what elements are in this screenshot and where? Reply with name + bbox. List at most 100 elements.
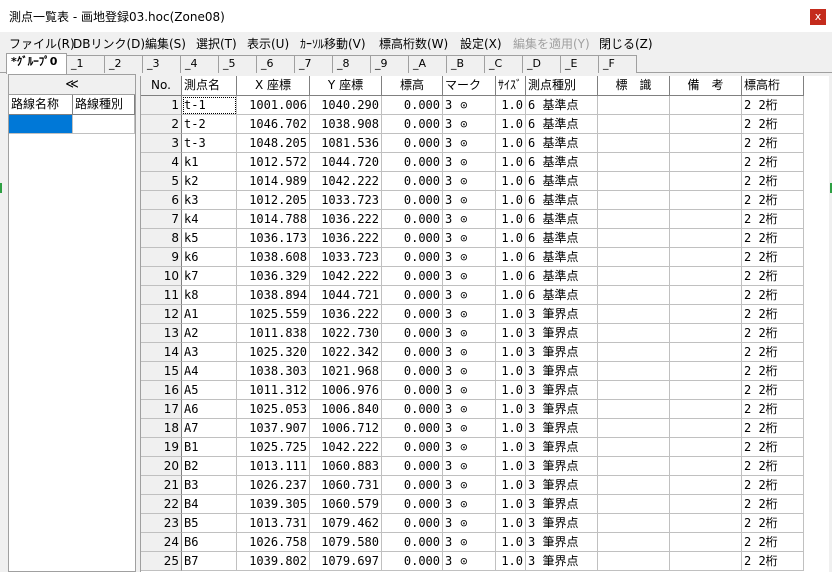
route-type-cell[interactable] xyxy=(73,115,135,134)
remarks-cell[interactable] xyxy=(670,457,742,476)
remarks-cell[interactable] xyxy=(670,419,742,438)
x-coord-cell[interactable]: 1011.838 xyxy=(237,324,310,343)
elev-digits-cell[interactable]: 2 2桁 xyxy=(742,305,804,324)
point-type-cell[interactable]: 3 筆界点 xyxy=(526,400,598,419)
size-cell[interactable]: 1.0 xyxy=(496,286,526,305)
y-coord-cell[interactable]: 1044.721 xyxy=(310,286,382,305)
size-cell[interactable]: 1.0 xyxy=(496,343,526,362)
table-row[interactable]: 21 B3 1026.237 1060.731 0.000 3 ⊙ 1.0 3 筆界点 2 2桁 xyxy=(141,476,804,495)
mark-cell[interactable]: 3 ⊙ xyxy=(443,324,496,343)
x-coord-cell[interactable]: 1046.702 xyxy=(237,115,310,134)
row-number[interactable]: 17 xyxy=(141,400,182,419)
tab-group-2[interactable]: _2 xyxy=(104,55,143,73)
table-row[interactable]: 12 A1 1025.559 1036.222 0.000 3 ⊙ 1.0 3 筆界点 2 2桁 xyxy=(141,305,804,324)
elev-digits-cell[interactable]: 2 2桁 xyxy=(742,343,804,362)
sign-cell[interactable] xyxy=(598,514,670,533)
size-cell[interactable]: 1.0 xyxy=(496,229,526,248)
mark-header[interactable]: マーク xyxy=(443,76,496,96)
mark-cell[interactable]: 3 ⊙ xyxy=(443,343,496,362)
menu-item-9[interactable]: 閉じる(Z) xyxy=(599,35,653,52)
y-coord-cell[interactable]: 1079.697 xyxy=(310,552,382,571)
elevation-cell[interactable]: 0.000 xyxy=(382,267,443,286)
row-number[interactable]: 3 xyxy=(141,134,182,153)
sign-cell[interactable] xyxy=(598,324,670,343)
elev-digits-cell[interactable]: 2 2桁 xyxy=(742,533,804,552)
y-coord-cell[interactable]: 1042.222 xyxy=(310,267,382,286)
y-coord-cell[interactable]: 1021.968 xyxy=(310,362,382,381)
y-coord-cell[interactable]: 1081.536 xyxy=(310,134,382,153)
row-number[interactable]: 23 xyxy=(141,514,182,533)
mark-cell[interactable]: 3 ⊙ xyxy=(443,419,496,438)
elevation-cell[interactable]: 0.000 xyxy=(382,96,443,115)
y-coord-cell[interactable]: 1060.731 xyxy=(310,476,382,495)
elevation-cell[interactable]: 0.000 xyxy=(382,438,443,457)
point-name-cell[interactable]: B2 xyxy=(182,457,237,476)
route-name-header[interactable]: 路線名称 xyxy=(9,95,73,115)
size-cell[interactable]: 1.0 xyxy=(496,210,526,229)
remarks-cell[interactable] xyxy=(670,476,742,495)
remarks-cell[interactable] xyxy=(670,248,742,267)
y-coord-cell[interactable]: 1006.840 xyxy=(310,400,382,419)
mark-cell[interactable]: 3 ⊙ xyxy=(443,438,496,457)
tab-group-13[interactable]: _D xyxy=(522,55,561,73)
row-number[interactable]: 6 xyxy=(141,191,182,210)
point-name-cell[interactable]: A7 xyxy=(182,419,237,438)
menu-item-5[interactable]: ｶｰｿﾙ移動(V) xyxy=(300,35,366,52)
route-type-header[interactable]: 路線種別 xyxy=(73,95,135,115)
y-coord-cell[interactable]: 1040.290 xyxy=(310,96,382,115)
table-row[interactable]: 24 B6 1026.758 1079.580 0.000 3 ⊙ 1.0 3 筆界点 2 2桁 xyxy=(141,533,804,552)
row-number[interactable]: 25 xyxy=(141,552,182,571)
remarks-cell[interactable] xyxy=(670,134,742,153)
x-coord-cell[interactable]: 1014.788 xyxy=(237,210,310,229)
x-coord-cell[interactable]: 1039.802 xyxy=(237,552,310,571)
tab-group-14[interactable]: _E xyxy=(560,55,599,73)
sign-cell[interactable] xyxy=(598,229,670,248)
mark-cell[interactable]: 3 ⊙ xyxy=(443,96,496,115)
elevation-cell[interactable]: 0.000 xyxy=(382,115,443,134)
menu-item-7[interactable]: 設定(X) xyxy=(460,35,502,52)
row-number[interactable]: 14 xyxy=(141,343,182,362)
size-cell[interactable]: 1.0 xyxy=(496,324,526,343)
sign-cell[interactable] xyxy=(598,533,670,552)
y-coord-header[interactable]: Y 座標 xyxy=(310,76,382,96)
mark-cell[interactable]: 3 ⊙ xyxy=(443,210,496,229)
table-row[interactable]: 25 B7 1039.802 1079.697 0.000 3 ⊙ 1.0 3 筆界点 2 2桁 xyxy=(141,552,804,571)
mark-cell[interactable]: 3 ⊙ xyxy=(443,400,496,419)
elevation-cell[interactable]: 0.000 xyxy=(382,381,443,400)
remarks-cell[interactable] xyxy=(670,438,742,457)
elev-digits-cell[interactable]: 2 2桁 xyxy=(742,229,804,248)
tab-group-6[interactable]: _6 xyxy=(256,55,295,73)
elev-digits-cell[interactable]: 2 2桁 xyxy=(742,248,804,267)
table-row[interactable]: 15 A4 1038.303 1021.968 0.000 3 ⊙ 1.0 3 筆界点 2 2桁 xyxy=(141,362,804,381)
tab-group-8[interactable]: _8 xyxy=(332,55,371,73)
elevation-cell[interactable]: 0.000 xyxy=(382,172,443,191)
tab-group-0[interactable]: *ｸﾞﾙｰﾌﾟ0 xyxy=(6,53,67,74)
remarks-cell[interactable] xyxy=(670,305,742,324)
size-cell[interactable]: 1.0 xyxy=(496,400,526,419)
table-row[interactable]: 7 k4 1014.788 1036.222 0.000 3 ⊙ 1.0 6 基準点 2 2桁 xyxy=(141,210,804,229)
sign-cell[interactable] xyxy=(598,438,670,457)
size-cell[interactable]: 1.0 xyxy=(496,381,526,400)
remarks-cell[interactable] xyxy=(670,172,742,191)
mark-cell[interactable]: 3 ⊙ xyxy=(443,514,496,533)
collapse-pane-button[interactable]: ≪ xyxy=(9,75,135,95)
menu-item-8[interactable]: 編集を適用(Y) xyxy=(513,35,590,52)
y-coord-cell[interactable]: 1079.462 xyxy=(310,514,382,533)
point-name-cell[interactable]: t-3 xyxy=(182,134,237,153)
elev-digits-cell[interactable]: 2 2桁 xyxy=(742,191,804,210)
y-coord-cell[interactable]: 1060.579 xyxy=(310,495,382,514)
elev-digits-cell[interactable]: 2 2桁 xyxy=(742,514,804,533)
table-row[interactable]: 19 B1 1025.725 1042.222 0.000 3 ⊙ 1.0 3 筆界点 2 2桁 xyxy=(141,438,804,457)
remarks-cell[interactable] xyxy=(670,286,742,305)
x-coord-cell[interactable]: 1026.237 xyxy=(237,476,310,495)
table-row[interactable]: 4 k1 1012.572 1044.720 0.000 3 ⊙ 1.0 6 基準点 2 2桁 xyxy=(141,153,804,172)
point-name-cell[interactable]: t-2 xyxy=(182,115,237,134)
sign-cell[interactable] xyxy=(598,134,670,153)
x-coord-cell[interactable]: 1025.559 xyxy=(237,305,310,324)
tab-group-5[interactable]: _5 xyxy=(218,55,257,73)
point-name-cell[interactable]: k6 xyxy=(182,248,237,267)
menu-item-3[interactable]: 選択(T) xyxy=(196,35,237,52)
mark-cell[interactable]: 3 ⊙ xyxy=(443,552,496,571)
x-coord-cell[interactable]: 1048.205 xyxy=(237,134,310,153)
point-name-cell[interactable]: A3 xyxy=(182,343,237,362)
